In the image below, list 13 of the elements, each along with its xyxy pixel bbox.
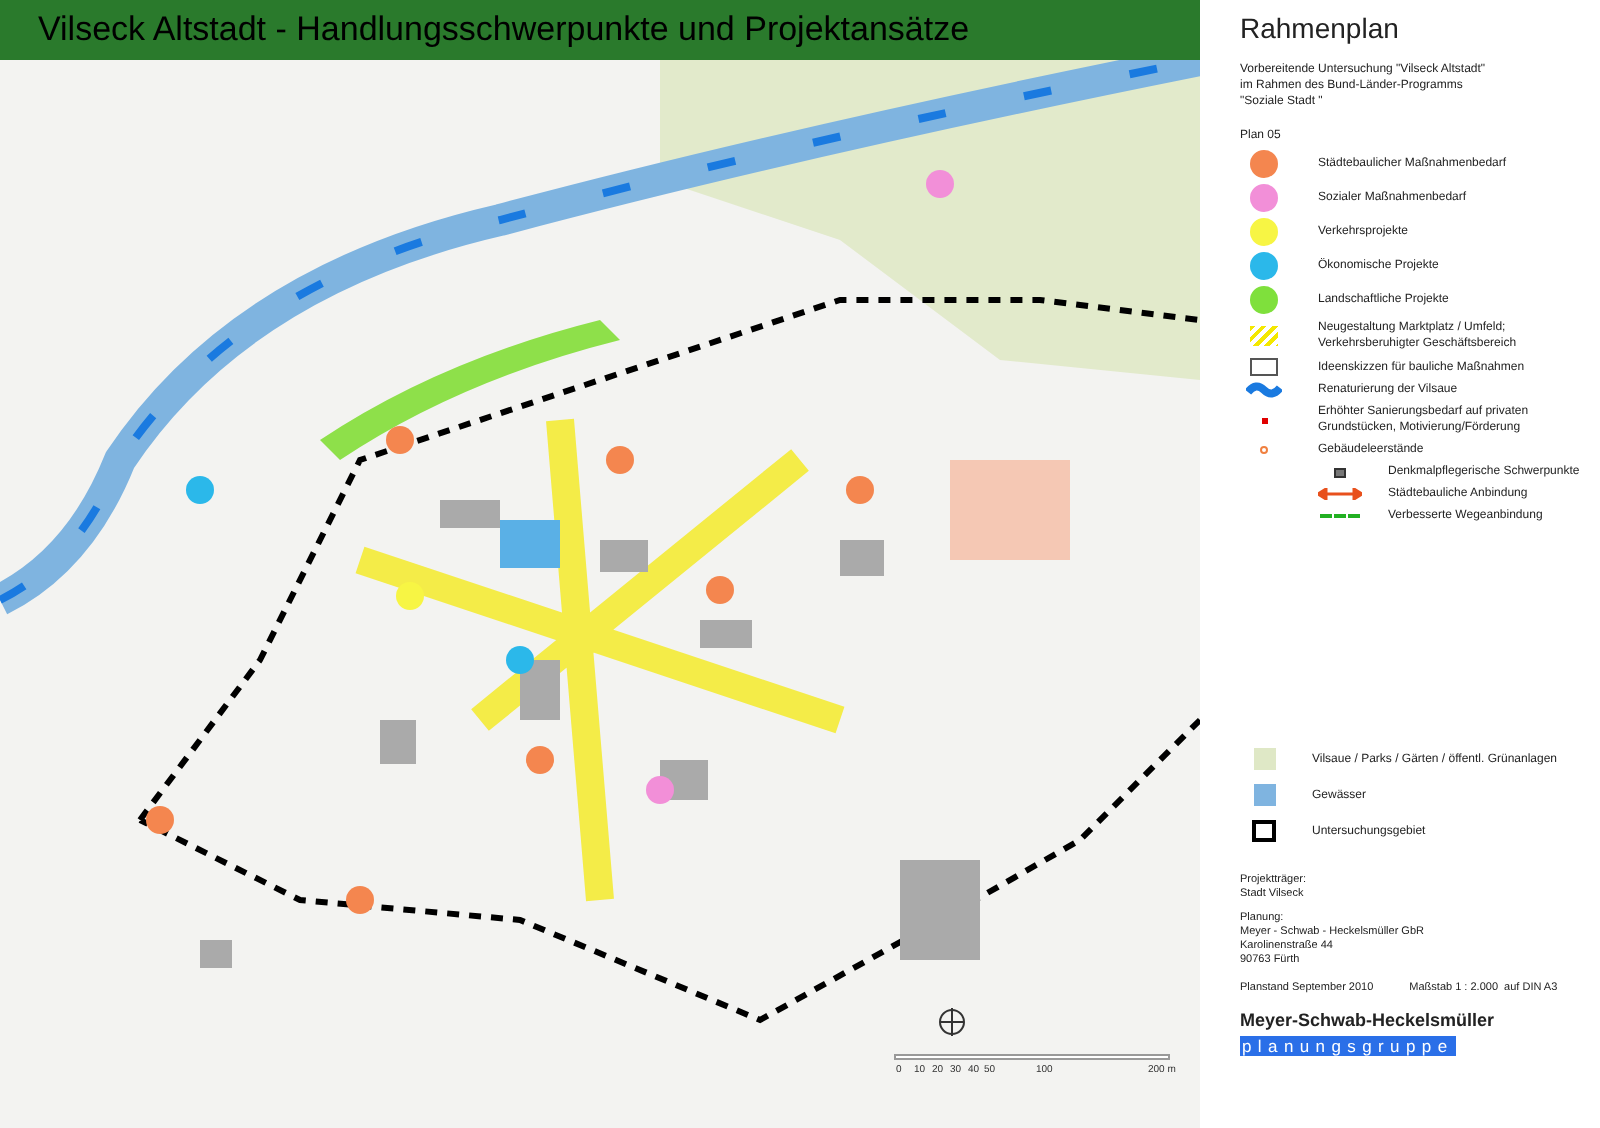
outline-box-icon xyxy=(1250,358,1278,376)
hatch-swatch-icon xyxy=(1250,326,1278,346)
logo-name: Meyer-Schwab-Heckelsmüller xyxy=(1240,1008,1497,1035)
page-title: Vilseck Altstadt - Handlungsschwerpunkte und Projektansätze xyxy=(38,8,970,53)
panel-title: Rahmenplan xyxy=(1240,10,1401,48)
double-arrow-icon xyxy=(1318,488,1362,500)
monument-icon xyxy=(1334,467,1346,477)
wave-icon xyxy=(1246,382,1282,398)
logo-banner: planungsgruppe xyxy=(1240,1035,1456,1056)
dashed-box-icon xyxy=(1252,820,1276,842)
ring-icon xyxy=(1260,446,1268,454)
compass-icon xyxy=(938,1008,966,1036)
dashed-line-icon xyxy=(1320,514,1360,518)
